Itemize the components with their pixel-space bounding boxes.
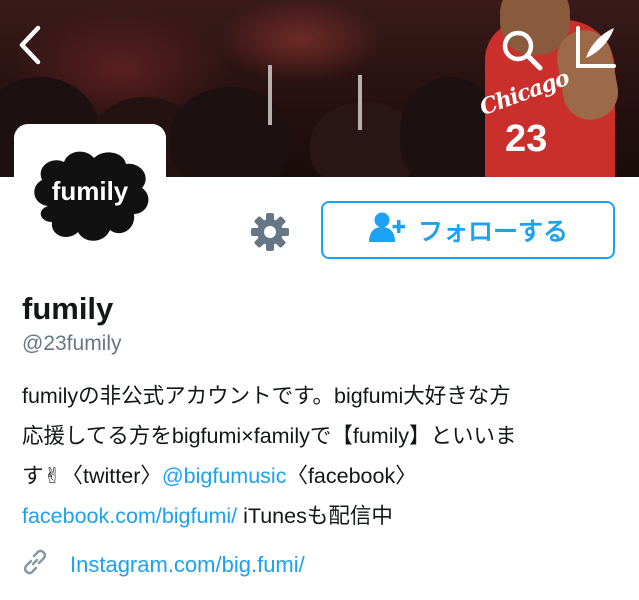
bio-line: fumilyの非公式アカウントです。bigfumi大好きな方 [22, 384, 511, 408]
bio-line: 応援してる方をbigfumi×familyで【fumily】といいま [22, 424, 517, 448]
bio-text: す✌〈twitter〉 [22, 464, 162, 488]
bio-line: facebook.com/bigfumi/ iTunesも配信中 [22, 496, 622, 536]
gear-icon[interactable] [249, 211, 291, 253]
banner-jersey-number: 23 [505, 118, 548, 160]
bio-text: iTunesも配信中 [237, 504, 393, 528]
bio-text: 〈facebook〉 [286, 464, 417, 488]
add-user-icon [368, 211, 408, 250]
search-icon[interactable] [500, 28, 544, 77]
mention-link[interactable]: @bigfumusic [162, 464, 287, 488]
profile-avatar[interactable]: fumily [14, 124, 166, 262]
facebook-link[interactable]: facebook.com/bigfumi/ [22, 504, 237, 528]
fumily-logo-text: fumily [52, 176, 129, 206]
follow-button[interactable]: フォローする [321, 201, 615, 259]
website-link[interactable]: Instagram.com/big.fumi/ [70, 552, 305, 578]
banner-mic-stand [358, 75, 362, 130]
profile-bio: fumilyの非公式アカウントです。bigfumi大好きな方 応援してる方をbi… [22, 376, 622, 536]
follow-button-label: フォローする [417, 218, 568, 246]
compose-icon[interactable] [572, 24, 620, 75]
link-icon [22, 549, 48, 581]
profile-website: Instagram.com/big.fumi/ [22, 545, 305, 585]
fumily-logo: fumily [34, 151, 149, 241]
banner-crowd [170, 87, 290, 177]
banner-mic-stand [268, 65, 272, 125]
profile-name: fumily [22, 291, 114, 326]
chevron-left-icon[interactable] [14, 24, 46, 71]
bio-line: す✌〈twitter〉@bigfumusic〈facebook〉 [22, 456, 622, 496]
profile-handle: @23fumily [22, 332, 122, 355]
